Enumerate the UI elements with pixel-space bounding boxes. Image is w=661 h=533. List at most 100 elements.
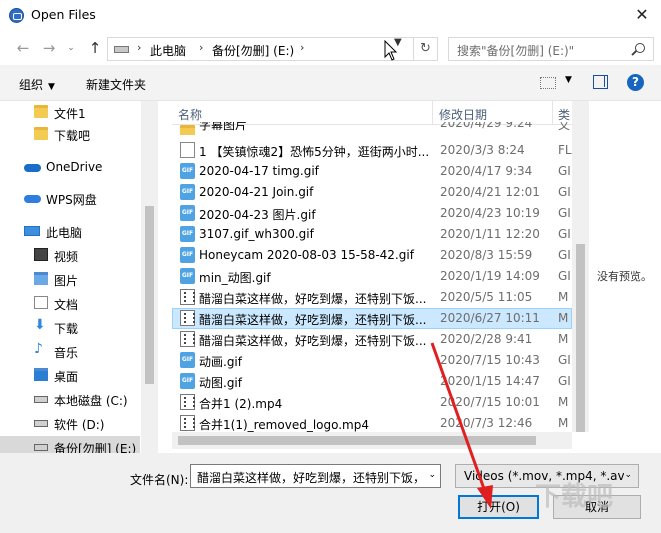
- chevron-right-icon[interactable]: ›: [300, 41, 304, 54]
- search-input[interactable]: 搜索"备份[勿删] (E:)": [457, 42, 574, 59]
- file-list-hscroll-thumb[interactable]: [178, 436, 536, 445]
- file-date: 2020/1/15 14:47: [440, 374, 540, 388]
- file-date: 2020/4/21 12:01: [440, 185, 540, 199]
- window-title: Open Files: [31, 7, 96, 22]
- sidebar-item-documents[interactable]: 文档: [0, 292, 140, 314]
- file-row[interactable]: GIF 3107.gif_wh300.gif 2020/1/11 12:20 G…: [172, 224, 572, 245]
- file-name: 动画.gif: [199, 355, 242, 369]
- sidebar-item-this-pc[interactable]: 此电脑: [0, 220, 140, 242]
- file-name: 字幕图片: [199, 122, 248, 132]
- file-row[interactable]: 字幕图片 2020/4/29 9:24 文: [172, 122, 572, 135]
- close-icon[interactable]: ✕: [630, 3, 654, 27]
- up-arrow-icon[interactable]: ↑: [84, 38, 106, 58]
- sidebar-item-label: OneDrive: [46, 160, 103, 174]
- file-type: GI: [558, 185, 571, 199]
- file-row[interactable]: GIF 2020-04-17 timg.gif 2020/4/17 9:34 G…: [172, 161, 572, 182]
- sidebar-item-label: 下载: [54, 322, 79, 336]
- file-list-scroll-thumb[interactable]: [576, 244, 585, 432]
- file-date: 2020/4/23 10:19: [440, 206, 540, 220]
- video-file-icon: [180, 289, 195, 305]
- file-type: GI: [558, 374, 571, 388]
- column-header-date[interactable]: 修改日期: [439, 106, 487, 123]
- file-name: 2020-04-23 图片.gif: [199, 208, 316, 222]
- sidebar-item-onedrive[interactable]: OneDrive: [0, 156, 140, 178]
- sidebar-item-label: 下载吧: [54, 129, 91, 143]
- sidebar-item-videos[interactable]: 视频: [0, 244, 140, 266]
- file-row[interactable]: GIF 2020-04-23 图片.gif 2020/4/23 10:19 GI: [172, 203, 572, 224]
- organize-button[interactable]: 组织 ▼: [19, 76, 55, 93]
- cloud-icon: [24, 195, 41, 203]
- file-row[interactable]: 1 【笑镇惊魂2】恐怖5分钟，逛街两小时... 2020/3/3 8:24 FL: [172, 140, 572, 161]
- file-type: FL: [558, 143, 572, 157]
- file-date: 2020/3/3 8:24: [440, 143, 525, 157]
- music-icon: ♪: [34, 341, 43, 357]
- sidebar-item-downloads[interactable]: ⬇ 下载: [0, 316, 140, 338]
- file-row[interactable]: 醋溜白菜这样做，好吃到爆，还特别下饭... 2020/2/28 9:41 M: [172, 329, 572, 350]
- file-name: 醋溜白菜这样做，好吃到爆，还特别下饭...: [199, 313, 427, 327]
- file-date: 2020/1/19 14:09: [440, 269, 540, 283]
- file-row[interactable]: GIF 动图.gif 2020/1/15 14:47 GI: [172, 371, 572, 392]
- filename-field[interactable]: 醋溜白菜这样做，好吃到爆，还特别下饭，: [197, 469, 425, 486]
- column-header-type[interactable]: 类: [558, 106, 570, 123]
- file-type: M: [558, 332, 569, 346]
- search-box[interactable]: 搜索"备份[勿删] (E:)": [448, 37, 654, 61]
- file-type: GI: [558, 248, 571, 262]
- file-type: M: [558, 395, 569, 409]
- video-file-icon: [180, 331, 195, 347]
- sidebar-item-xiazaiba[interactable]: 下载吧: [0, 123, 140, 145]
- sidebar-item-drive-d[interactable]: 软件 (D:): [0, 412, 140, 434]
- gif-icon: GIF: [180, 226, 195, 242]
- sidebar-item-desktop[interactable]: 桌面: [0, 364, 140, 386]
- file-date: 2020/4/29 9:24: [440, 122, 533, 130]
- file-row[interactable]: 合并1 (2).mp4 2020/7/15 10:01 M: [172, 392, 572, 413]
- sidebar-item-drive-e[interactable]: 备份[勿删] (E:): [0, 436, 140, 453]
- sidebar-item-drive-c[interactable]: 本地磁盘 (C:): [0, 388, 140, 410]
- file-row[interactable]: GIF 2020-04-21 Join.gif 2020/4/21 12:01 …: [172, 182, 572, 203]
- file-type: M: [558, 311, 569, 325]
- download-icon: ⬇: [34, 317, 46, 333]
- column-header-name[interactable]: 名称: [178, 106, 202, 123]
- file-date: 2020/2/28 9:41: [440, 332, 533, 346]
- chevron-right-icon[interactable]: ›: [199, 41, 203, 54]
- file-row-selected[interactable]: 醋溜白菜这样做，好吃到爆，还特别下饭... 2020/6/27 10:11 M: [172, 308, 572, 329]
- view-options-icon[interactable]: [540, 77, 556, 89]
- folder-icon: [34, 127, 48, 140]
- address-bar[interactable]: › 此电脑 › 备份[勿删] (E:) ›: [107, 37, 414, 61]
- new-folder-button[interactable]: 新建文件夹: [86, 76, 146, 93]
- file-row[interactable]: GIF min_动图.gif 2020/1/19 14:09 GI: [172, 266, 572, 287]
- breadcrumb-this-pc[interactable]: 此电脑: [150, 42, 186, 59]
- sidebar-item-music[interactable]: ♪ 音乐: [0, 340, 140, 362]
- help-icon[interactable]: ?: [627, 74, 644, 91]
- gif-icon: GIF: [180, 205, 195, 221]
- view-dropdown-icon[interactable]: ▼: [565, 75, 572, 85]
- folder-icon: [34, 105, 48, 118]
- open-button[interactable]: 打开(O): [458, 495, 539, 519]
- file-date: 2020/5/5 11:05: [440, 290, 533, 304]
- sidebar-item-pictures[interactable]: 图片: [0, 268, 140, 290]
- sidebar-scroll-thumb[interactable]: [145, 206, 154, 384]
- file-row[interactable]: GIF 动画.gif 2020/7/15 10:43 GI: [172, 350, 572, 371]
- file-date: 2020/7/15 10:43: [440, 353, 540, 367]
- recent-dropdown-icon[interactable]: ⌄: [60, 38, 82, 58]
- file-date: 2020/6/27 10:11: [440, 311, 540, 325]
- gif-icon: GIF: [180, 373, 195, 389]
- file-row[interactable]: 醋溜白菜这样做，好吃到爆，还特别下饭... 2020/5/5 11:05 M: [172, 287, 572, 308]
- refresh-icon[interactable]: ↻: [414, 37, 438, 61]
- file-type: M: [558, 416, 569, 430]
- chevron-down-icon[interactable]: ⌄: [428, 470, 436, 480]
- file-type: M: [558, 290, 569, 304]
- file-row[interactable]: 合并1(1)_removed_logo.mp4 2020/7/3 12:46 M: [172, 413, 572, 432]
- file-name: 2020-04-17 timg.gif: [199, 164, 319, 178]
- chevron-right-icon[interactable]: ›: [137, 41, 141, 54]
- file-name: 合并1(1)_removed_logo.mp4: [199, 418, 369, 432]
- filename-combobox[interactable]: 醋溜白菜这样做，好吃到爆，还特别下饭， ⌄: [190, 464, 441, 488]
- chevron-down-icon[interactable]: ⌄: [624, 470, 632, 480]
- navigation-pane: 文件1 下载吧 OneDrive WPS网盘 此电脑 视频 图片 文档 ⬇ 下载…: [0, 101, 158, 453]
- breadcrumb-drive-e[interactable]: 备份[勿删] (E:): [212, 42, 294, 59]
- file-row[interactable]: GIF Honeycam 2020-08-03 15-58-42.gif 202…: [172, 245, 572, 266]
- forward-arrow-icon[interactable]: →: [38, 38, 60, 58]
- sidebar-item-wps[interactable]: WPS网盘: [0, 187, 140, 209]
- sidebar-item-file1[interactable]: 文件1: [0, 101, 140, 123]
- preview-pane-icon[interactable]: [593, 75, 608, 89]
- back-arrow-icon[interactable]: ←: [12, 38, 34, 58]
